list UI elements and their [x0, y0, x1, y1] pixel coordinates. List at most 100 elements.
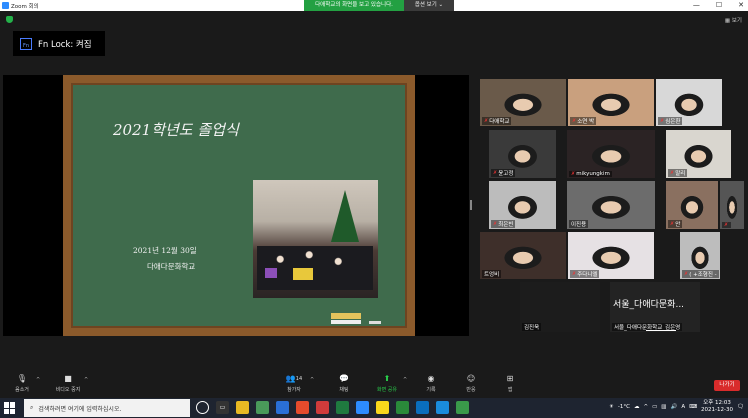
clock[interactable]: 오후 12:03 2021-12-30 — [701, 400, 733, 414]
powerpoint-icon[interactable] — [296, 401, 309, 414]
reaction-icon: ☺ — [466, 374, 476, 383]
share-caret[interactable]: ^ — [403, 377, 407, 383]
participant-name: ✗ 소연 박 — [570, 117, 597, 125]
chrome-icon[interactable] — [316, 401, 329, 414]
close-button[interactable]: ✕ — [738, 1, 744, 9]
reactions-label: 반응 — [466, 387, 476, 393]
participants-button[interactable]: 👥 14 참가자 — [278, 374, 310, 393]
participant-tile[interactable]: ✗ 최은빈 — [489, 181, 556, 229]
record-button[interactable]: ◉ 기록 — [415, 374, 447, 393]
chat-button[interactable]: 💬 채팅 — [328, 374, 360, 393]
muted-mic-icon: ✗ — [571, 171, 576, 177]
app-icon-green[interactable] — [396, 401, 409, 414]
battery-icon[interactable]: ▭ — [652, 404, 657, 410]
board-surface: 2021학년도 졸업식 2021년 12월 30일 다애다문화학교 — [71, 83, 407, 328]
participant-tile[interactable]: ✗ 소연 박 — [568, 79, 654, 126]
participant-name: 이진용 — [569, 220, 589, 228]
audio-options-caret[interactable]: ^ — [36, 377, 40, 383]
zoom-icon[interactable] — [356, 401, 369, 414]
participant-name-text: 주다니엘 — [577, 272, 598, 278]
participant-name-text: 다애학교 — [489, 119, 510, 125]
window-controls: — ☐ ✕ — [693, 1, 744, 9]
participant-tile[interactable]: ✗ 다애학교 — [480, 79, 566, 126]
maximize-button[interactable]: ☐ — [716, 1, 722, 9]
view-toggle-button[interactable]: ▦ 보기 — [725, 16, 742, 24]
muted-mic-icon: ✗ — [493, 170, 498, 176]
participant-name: ✗ — [722, 222, 732, 228]
participant-name-text: 트엉비 — [484, 272, 500, 278]
view-options-button[interactable]: 옵션 보기 ⌄ — [404, 0, 454, 11]
mute-label: 음소거 — [15, 387, 29, 393]
muted-mic-icon: ✗ — [484, 118, 489, 124]
notification-icon[interactable]: 🗨 — [737, 404, 744, 410]
meeting-controls: 🎙 음소거 ^ ■ 비디오 중지 ^ 👥 14 참가자 ^ 💬 채팅 ⬆ 화면 공… — [0, 372, 748, 398]
participant-name-text: 최은빈 — [498, 222, 514, 228]
christmas-tree — [331, 190, 359, 242]
slide-title: 2021학년도 졸업식 — [113, 121, 239, 139]
participant-tile[interactable]: ✗ 주다니엘 — [568, 232, 654, 279]
participant-tile[interactable]: ✗ 말리 — [666, 130, 731, 178]
participant-name: ✗ 다애학교 — [482, 117, 512, 125]
edge-icon[interactable] — [276, 401, 289, 414]
word-icon[interactable] — [416, 401, 429, 414]
ime-indicator[interactable]: A — [681, 404, 685, 410]
reactions-button[interactable]: ☺ 반응 — [455, 374, 487, 393]
kakaotalk-icon[interactable] — [376, 401, 389, 414]
muted-mic-icon: ✗ — [724, 222, 729, 228]
windows-start-icon[interactable] — [4, 402, 16, 414]
split-divider-handle[interactable] — [470, 200, 472, 210]
keyboard-icon[interactable]: ⌨ — [689, 404, 697, 410]
chevron-up-icon[interactable]: ^ — [643, 404, 648, 410]
minimize-button[interactable]: — — [693, 1, 700, 9]
taskbar-search[interactable]: ⌕ 검색하려면 여기에 입력하십시오. — [24, 399, 190, 417]
edge-new-icon[interactable] — [436, 401, 449, 414]
window-title: Zoom 회의 — [11, 4, 39, 10]
app-icon-green-2[interactable] — [456, 401, 469, 414]
file-explorer-icon[interactable] — [236, 401, 249, 414]
pinned-apps: ▭ — [196, 401, 469, 414]
video-options-caret[interactable]: ^ — [84, 377, 88, 383]
record-icon: ◉ — [427, 374, 435, 383]
participant-name-text: 이진용 — [571, 222, 587, 228]
participant-tile[interactable]: 김진욱 — [520, 282, 600, 332]
slide-date: 2021년 12월 30일 — [133, 246, 197, 255]
participant-name-text: mikyungkim — [576, 171, 610, 177]
viewing-share-banner: 다애학교의 화면을 보고 있습니다. — [304, 0, 404, 11]
participant-name: ✗ 심은환 — [658, 117, 683, 125]
cortana-icon[interactable] — [196, 401, 209, 414]
volume-icon[interactable]: 🔊 — [670, 404, 677, 410]
stop-video-button[interactable]: ■ 비디오 중지 — [52, 374, 84, 393]
photos-icon[interactable] — [256, 401, 269, 414]
clock-time: 오후 12:03 — [703, 400, 731, 406]
participants-caret[interactable]: ^ — [310, 377, 314, 383]
participants-count: 14 — [295, 375, 303, 382]
participant-tile[interactable]: ✗ 심은환 — [656, 79, 722, 126]
participant-tile[interactable]: 트엉비 — [480, 232, 566, 279]
participant-name-text: 김진욱 — [522, 323, 542, 331]
participant-tile[interactable]: 이진용 — [567, 181, 655, 229]
network-icon[interactable]: ▥ — [661, 404, 666, 410]
participant-tile[interactable]: ✗ 안 — [666, 181, 718, 229]
mute-button[interactable]: 🎙 음소거 — [6, 374, 38, 393]
zoom-app-icon — [2, 2, 9, 9]
excel-icon[interactable] — [336, 401, 349, 414]
participant-name: ✗ 윤고정 — [491, 169, 516, 177]
cloud-icon[interactable]: ☁ — [634, 404, 640, 410]
participant-tile[interactable]: ✗( +조형진 - — [680, 232, 720, 279]
participant-tile[interactable]: ✗ mikyungkim — [567, 130, 655, 178]
microphone-icon: 🎙 — [16, 374, 28, 383]
task-view-icon[interactable]: ▭ — [216, 401, 229, 414]
muted-mic-icon: ✗ — [684, 271, 689, 277]
share-screen-button[interactable]: ⬆ 화면 공유 — [371, 374, 403, 393]
muted-mic-icon: ✗ — [572, 118, 577, 124]
leave-button[interactable]: 나가기 — [714, 380, 740, 391]
participants-icon: 👥 14 — [285, 374, 303, 383]
shared-screen[interactable]: 2021학년도 졸업식 2021년 12월 30일 다애다문화학교 — [3, 75, 469, 336]
fn-lock-overlay: Fn Fn Lock: 켜짐 — [13, 31, 105, 56]
participant-tile[interactable]: ✗ — [720, 181, 744, 229]
participant-name-text: 말리 — [675, 171, 686, 177]
security-shield-icon[interactable] — [6, 16, 13, 23]
apps-button[interactable]: ⊞ 앱 — [494, 374, 526, 393]
participant-name-text: 소연 박 — [577, 119, 595, 125]
participant-tile[interactable]: ✗ 윤고정 — [489, 130, 556, 178]
